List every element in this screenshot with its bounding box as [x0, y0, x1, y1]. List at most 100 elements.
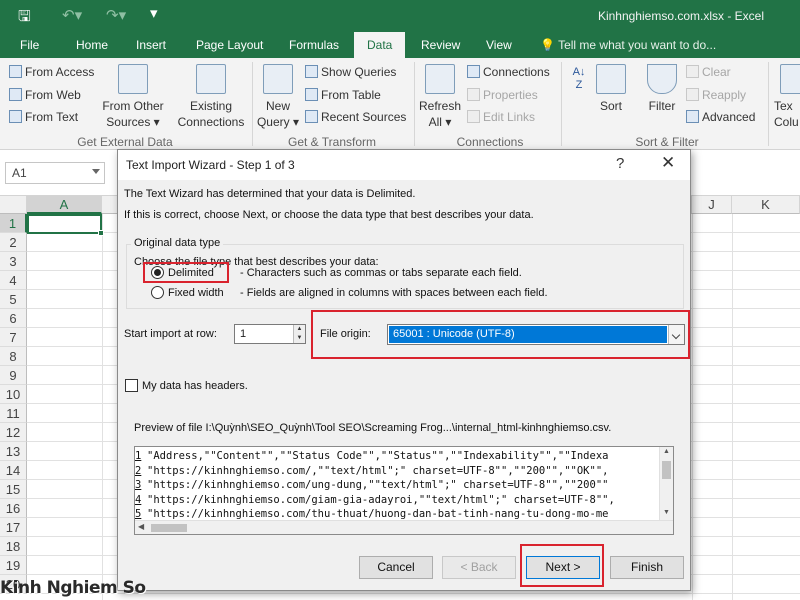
- clear-button[interactable]: Clear: [686, 65, 731, 79]
- all-label: All: [428, 115, 442, 129]
- close-icon[interactable]: ✕: [661, 153, 675, 173]
- finish-button[interactable]: Finish: [610, 556, 684, 579]
- name-box[interactable]: A1: [5, 162, 105, 184]
- recent-sources-button[interactable]: Recent Sources: [305, 110, 406, 124]
- connections-button[interactable]: Connections: [467, 65, 550, 79]
- ribbon-tabs: File Home Insert Page Layout Formulas Da…: [0, 32, 800, 58]
- row-header[interactable]: 1: [0, 214, 27, 233]
- row-header[interactable]: 7: [0, 328, 27, 347]
- redo-icon[interactable]: ↷▾: [106, 6, 126, 24]
- row-header[interactable]: 13: [0, 442, 27, 461]
- row-header[interactable]: 18: [0, 537, 27, 556]
- scroll-down-icon[interactable]: ▼: [663, 509, 670, 516]
- row-header[interactable]: 19: [0, 556, 27, 575]
- start-row-label: Start import at row:: [124, 328, 217, 340]
- fill-handle[interactable]: [98, 230, 104, 236]
- row-header[interactable]: 4: [0, 271, 27, 290]
- row-header[interactable]: 16: [0, 499, 27, 518]
- column-header-k[interactable]: K: [732, 196, 800, 214]
- tell-me-box[interactable]: 💡 Tell me what you want to do...: [540, 32, 716, 58]
- row-header[interactable]: 11: [0, 404, 27, 423]
- text-to-columns-button[interactable]: Tex Colu: [774, 64, 800, 130]
- undo-icon[interactable]: ↶▾: [62, 6, 82, 24]
- chevron-down-icon[interactable]: [668, 325, 684, 344]
- tab-home[interactable]: Home: [68, 32, 116, 58]
- cancel-button[interactable]: Cancel: [359, 556, 433, 579]
- scroll-thumb[interactable]: [662, 461, 671, 479]
- row-header[interactable]: 8: [0, 347, 27, 366]
- new-query-button[interactable]: New Query ▾: [256, 64, 300, 130]
- tab-formulas[interactable]: Formulas: [281, 32, 347, 58]
- ribbon-data: From Access From Web From Text From Othe…: [0, 58, 800, 150]
- help-icon[interactable]: ?: [616, 155, 624, 172]
- existing-connections-button[interactable]: Existing Connections: [176, 64, 246, 130]
- column-header-j[interactable]: J: [692, 196, 732, 214]
- customize-qat-icon[interactable]: ▾: [150, 4, 158, 22]
- preview-row-text: "https://kinhnghiemso.com/,""text/html";…: [147, 464, 609, 477]
- row-header[interactable]: 2: [0, 233, 27, 252]
- tab-file[interactable]: File: [12, 32, 47, 58]
- save-icon[interactable]: 🖫: [18, 6, 31, 31]
- row-header[interactable]: 17: [0, 518, 27, 537]
- spinner-arrows-icon[interactable]: ▲ ▼: [293, 325, 305, 343]
- query-label: Query: [256, 115, 290, 129]
- active-cell-a1[interactable]: [27, 214, 104, 236]
- back-button[interactable]: < Back: [442, 556, 516, 579]
- fixed-width-radio[interactable]: [151, 286, 164, 299]
- row-header[interactable]: 15: [0, 480, 27, 499]
- refresh-all-button[interactable]: Refresh All ▾: [418, 64, 462, 130]
- preview-label: Preview of file I:\Quỳnh\SEO_Quỳnh\Tool …: [134, 422, 612, 434]
- sort-button[interactable]: Sort: [594, 64, 628, 114]
- file-preview[interactable]: 1 "Address,""Content"",""Status Code"",""…: [134, 446, 674, 535]
- filter-button[interactable]: Filter: [643, 64, 681, 114]
- row-header[interactable]: 9: [0, 366, 27, 385]
- edit-links-button[interactable]: Edit Links: [467, 110, 535, 124]
- delimited-label[interactable]: Delimited: [168, 267, 214, 279]
- preview-row-text: "https://kinhnghiemso.com/giam-gia-adayr…: [147, 493, 615, 506]
- row-header[interactable]: 3: [0, 252, 27, 271]
- properties-button[interactable]: Properties: [467, 88, 538, 102]
- row-header[interactable]: 10: [0, 385, 27, 404]
- from-other-label: From Other: [102, 99, 164, 113]
- from-web-button[interactable]: From Web: [9, 88, 81, 102]
- tab-insert[interactable]: Insert: [128, 32, 174, 58]
- select-all-corner[interactable]: [0, 196, 27, 214]
- row-header[interactable]: 14: [0, 461, 27, 480]
- next-button[interactable]: Next >: [526, 556, 600, 579]
- scroll-left-icon[interactable]: ◀: [138, 522, 144, 531]
- row-header[interactable]: 6: [0, 309, 27, 328]
- chevron-down-icon[interactable]: [92, 169, 100, 174]
- from-table-button[interactable]: From Table: [305, 88, 381, 102]
- headers-label[interactable]: My data has headers.: [142, 380, 248, 392]
- preview-vertical-scrollbar[interactable]: ▲ ▼: [659, 447, 673, 521]
- from-other-sources-button[interactable]: From Other Sources ▾: [98, 64, 168, 130]
- tab-view[interactable]: View: [478, 32, 520, 58]
- connections-label: Connections: [483, 65, 550, 79]
- preview-horizontal-scrollbar[interactable]: ◀: [135, 520, 673, 534]
- show-queries-button[interactable]: Show Queries: [305, 65, 396, 79]
- from-text-button[interactable]: From Text: [9, 110, 78, 124]
- show-queries-label: Show Queries: [321, 65, 397, 79]
- headers-checkbox[interactable]: [125, 379, 138, 392]
- row-header[interactable]: 12: [0, 423, 27, 442]
- gridline-vertical: [732, 214, 733, 600]
- clear-label: Clear: [702, 65, 731, 79]
- reapply-button[interactable]: Reapply: [686, 88, 746, 102]
- delimited-radio[interactable]: [151, 266, 164, 279]
- advanced-button[interactable]: Advanced: [686, 110, 755, 124]
- start-row-spinner[interactable]: 1 ▲ ▼: [234, 324, 306, 344]
- tab-page-layout[interactable]: Page Layout: [188, 32, 271, 58]
- file-origin-select[interactable]: 65001 : Unicode (UTF-8): [387, 324, 685, 345]
- row-header[interactable]: 5: [0, 290, 27, 309]
- scroll-up-icon[interactable]: ▲: [663, 448, 670, 455]
- properties-label: Properties: [483, 88, 538, 102]
- column-header-a[interactable]: A: [27, 196, 102, 214]
- from-access-button[interactable]: From Access: [9, 65, 94, 79]
- tab-data[interactable]: Data: [354, 32, 406, 58]
- clear-filter-icon: [686, 65, 699, 78]
- group-separator: [768, 62, 769, 146]
- sort-az-button[interactable]: A↓ Z: [566, 66, 592, 92]
- scroll-thumb[interactable]: [151, 524, 187, 532]
- tab-review[interactable]: Review: [413, 32, 468, 58]
- fixed-width-label[interactable]: Fixed width: [168, 287, 224, 299]
